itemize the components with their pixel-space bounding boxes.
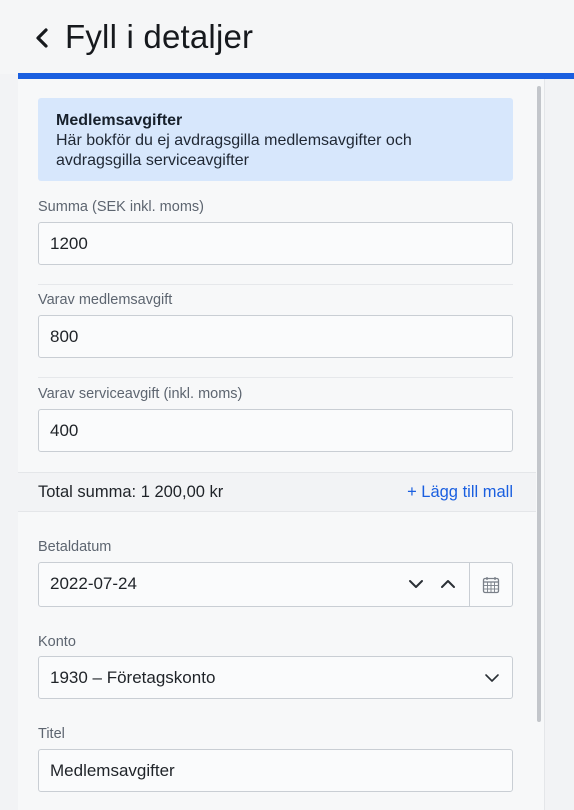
divider bbox=[38, 284, 513, 285]
titel-label: Titel bbox=[38, 726, 65, 742]
add-template-link[interactable]: + Lägg till mall bbox=[407, 483, 513, 502]
header: Fyll i detaljer bbox=[0, 0, 574, 74]
scrollbar-thumb[interactable] bbox=[537, 86, 541, 722]
total-sum: Total summa: 1 200,00 kr bbox=[38, 483, 224, 501]
chevron-down-icon bbox=[409, 580, 423, 588]
summa-label: Summa (SEK inkl. moms) bbox=[38, 199, 204, 215]
betaldatum-input[interactable]: 2022-07-24 bbox=[38, 562, 513, 607]
konto-label: Konto bbox=[38, 634, 76, 650]
chevron-left-icon bbox=[36, 28, 48, 48]
date-decrement-button[interactable] bbox=[405, 573, 427, 595]
date-increment-button[interactable] bbox=[437, 573, 459, 595]
konto-value: 1930 – Företagskonto bbox=[50, 667, 216, 687]
page-title: Fyll i detaljer bbox=[65, 18, 254, 55]
medlemsavgift-input[interactable]: 800 bbox=[38, 315, 513, 358]
betaldatum-value[interactable]: 2022-07-24 bbox=[50, 574, 137, 594]
right-gutter bbox=[546, 79, 574, 810]
info-box: Medlemsavgifter Här bokför du ej avdrags… bbox=[38, 98, 513, 181]
serviceavgift-label: Varav serviceavgift (inkl. moms) bbox=[38, 386, 243, 402]
konto-select[interactable]: 1930 – Företagskonto bbox=[38, 656, 513, 699]
chevron-up-icon bbox=[441, 580, 455, 588]
back-button[interactable] bbox=[30, 24, 54, 52]
divider bbox=[38, 377, 513, 378]
calendar-icon bbox=[482, 576, 500, 593]
titel-input[interactable]: Medlemsavgifter bbox=[38, 749, 513, 792]
medlemsavgift-label: Varav medlemsavgift bbox=[38, 292, 173, 308]
chevron-down-icon bbox=[482, 668, 502, 688]
info-description: Här bokför du ej avdragsgilla medlemsavg… bbox=[56, 132, 412, 169]
info-title: Medlemsavgifter bbox=[56, 112, 183, 129]
calendar-button[interactable] bbox=[470, 563, 512, 606]
betaldatum-label: Betaldatum bbox=[38, 539, 112, 555]
serviceavgift-input[interactable]: 400 bbox=[38, 409, 513, 452]
total-row: Total summa: 1 200,00 kr + Lägg till mal… bbox=[18, 472, 536, 512]
summa-input[interactable]: 1200 bbox=[38, 222, 513, 265]
